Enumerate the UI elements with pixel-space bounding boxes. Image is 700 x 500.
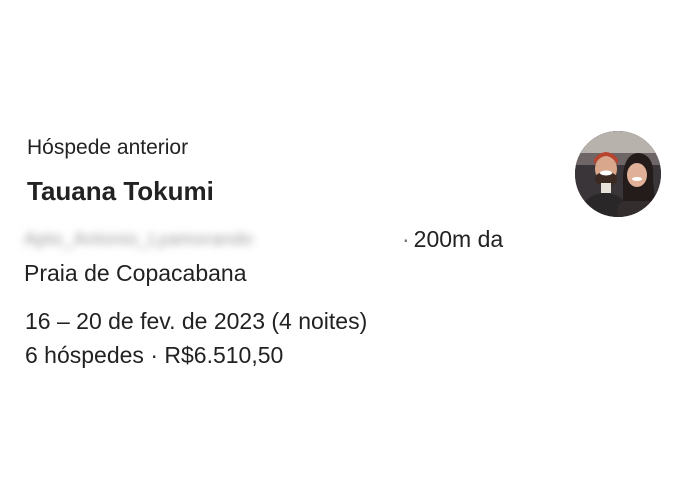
guest-count: 6 hóspedes <box>25 342 144 368</box>
guest-name: Tauana Tokumi <box>27 176 214 206</box>
guest-status-label: Hóspede anterior <box>27 136 189 159</box>
total-price: R$6.510,50 <box>164 342 284 368</box>
listing-line: Apto_Antonio_Lyamorando · 200m da <box>24 222 544 256</box>
listing-distance: 200m da <box>413 226 504 252</box>
separator-dot: · <box>402 226 410 252</box>
reservation-card[interactable]: Hóspede anterior Tauana Tokumi Apto_Anto… <box>0 0 700 500</box>
listing-name-blurred: Apto_Antonio_Lyamorando <box>24 229 253 249</box>
listing-location: Praia de Copacabana <box>24 260 247 286</box>
guests-and-price: 6 hóspedes · R$6.510,50 <box>25 340 283 370</box>
stay-dates: 16 – 20 de fev. de 2023 (4 noites) <box>25 308 368 334</box>
separator-dot: · <box>150 342 158 368</box>
listing-info: Apto_Antonio_Lyamorando · 200m da Praia … <box>24 222 544 290</box>
guest-avatar-icon[interactable] <box>575 131 661 217</box>
